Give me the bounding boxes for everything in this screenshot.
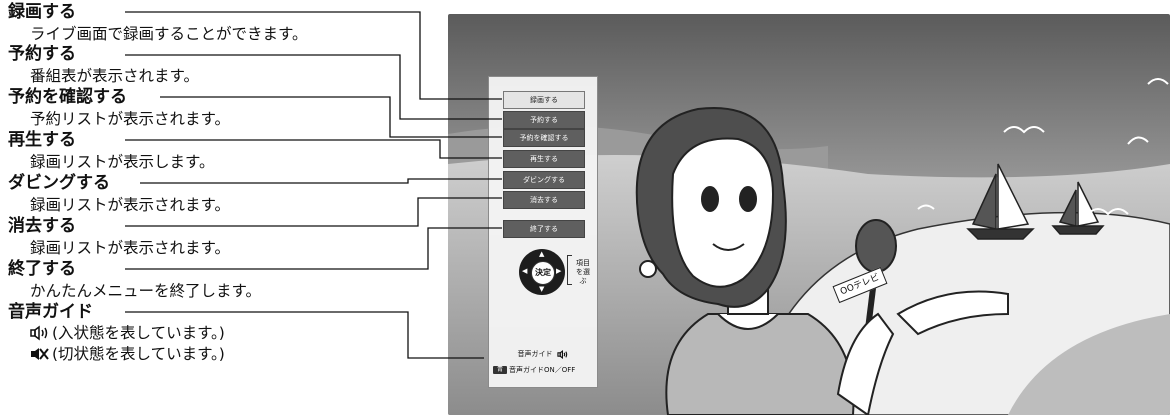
legend-title-exit: 終了する bbox=[8, 259, 76, 279]
menu-button-record[interactable]: 録画する bbox=[503, 91, 585, 109]
legend-title-delete: 消去する bbox=[8, 216, 76, 236]
legend-desc-delete: 録画リストが表示されます。 bbox=[30, 239, 230, 257]
arrow-down-icon: ▼ bbox=[539, 285, 545, 293]
legend-title-dub: ダビングする bbox=[8, 173, 110, 193]
legend-title-audio-guide: 音声ガイド bbox=[8, 302, 93, 322]
speaker-on-icon bbox=[556, 349, 567, 359]
blue-key-badge: 青 bbox=[493, 366, 507, 374]
menu-button-reserve[interactable]: 予約する bbox=[503, 111, 585, 129]
menu-button-delete[interactable]: 消去する bbox=[503, 191, 585, 209]
legend-desc-exit: かんたんメニューを終了します。 bbox=[30, 282, 261, 300]
legend-title-play: 再生する bbox=[8, 130, 76, 150]
arrow-left-icon: ◀ bbox=[522, 267, 528, 275]
menu-button-play[interactable]: 再生する bbox=[503, 150, 585, 168]
legend-audio-on-desc: (入状態を表しています。) bbox=[52, 324, 225, 342]
legend-desc-dub: 録画リストが表示されます。 bbox=[30, 196, 230, 214]
audio-guide-status: 音声ガイド bbox=[489, 349, 597, 359]
menu-button-exit[interactable]: 終了する bbox=[503, 220, 585, 238]
legend-desc-confirm: 予約リストが表示されます。 bbox=[30, 110, 230, 128]
arrow-right-icon: ▶ bbox=[556, 267, 562, 275]
menu-button-confirm[interactable]: 予約を確認する bbox=[503, 129, 585, 147]
legend-title-record: 録画する bbox=[8, 2, 76, 22]
legend: 録画する ライブ画面で録画することができます。 予約する 番組表が表示されます。… bbox=[0, 0, 440, 415]
menu-button-dub[interactable]: ダビングする bbox=[503, 171, 585, 189]
speaker-off-icon bbox=[31, 348, 49, 360]
audio-guide-label: 音声ガイド bbox=[517, 350, 553, 358]
easy-menu-panel: 録画する 予約する 予約を確認する 再生する ダビングする 消去する 終了する … bbox=[488, 76, 598, 388]
enter-button[interactable]: 決定 bbox=[531, 261, 555, 285]
legend-desc-record: ライブ画面で録画することができます。 bbox=[30, 25, 308, 43]
audio-guide-toggle-label: 音声ガイドON／OFF bbox=[509, 366, 576, 374]
legend-desc-play: 録画リストが表示します。 bbox=[30, 153, 215, 171]
legend-title-reserve: 予約する bbox=[8, 44, 76, 64]
legend-audio-off-row: (切状態を表しています。) bbox=[30, 344, 225, 364]
audio-guide-toggle-hint[interactable]: 青 音声ガイドON／OFF bbox=[493, 365, 575, 375]
legend-desc-reserve: 番組表が表示されます。 bbox=[30, 67, 199, 85]
select-item-hint: 項目を選ぶ bbox=[576, 259, 590, 285]
select-hint-bracket bbox=[567, 255, 572, 285]
legend-audio-on-row: (入状態を表しています。) bbox=[30, 323, 225, 343]
arrow-up-icon: ▲ bbox=[539, 250, 545, 258]
dpad-control[interactable]: ▲ ▼ ◀ ▶ 決定 bbox=[519, 249, 565, 295]
speaker-on-icon bbox=[30, 325, 48, 341]
legend-title-confirm: 予約を確認する bbox=[8, 87, 127, 107]
legend-audio-off-desc: (切状態を表しています。) bbox=[52, 345, 225, 363]
